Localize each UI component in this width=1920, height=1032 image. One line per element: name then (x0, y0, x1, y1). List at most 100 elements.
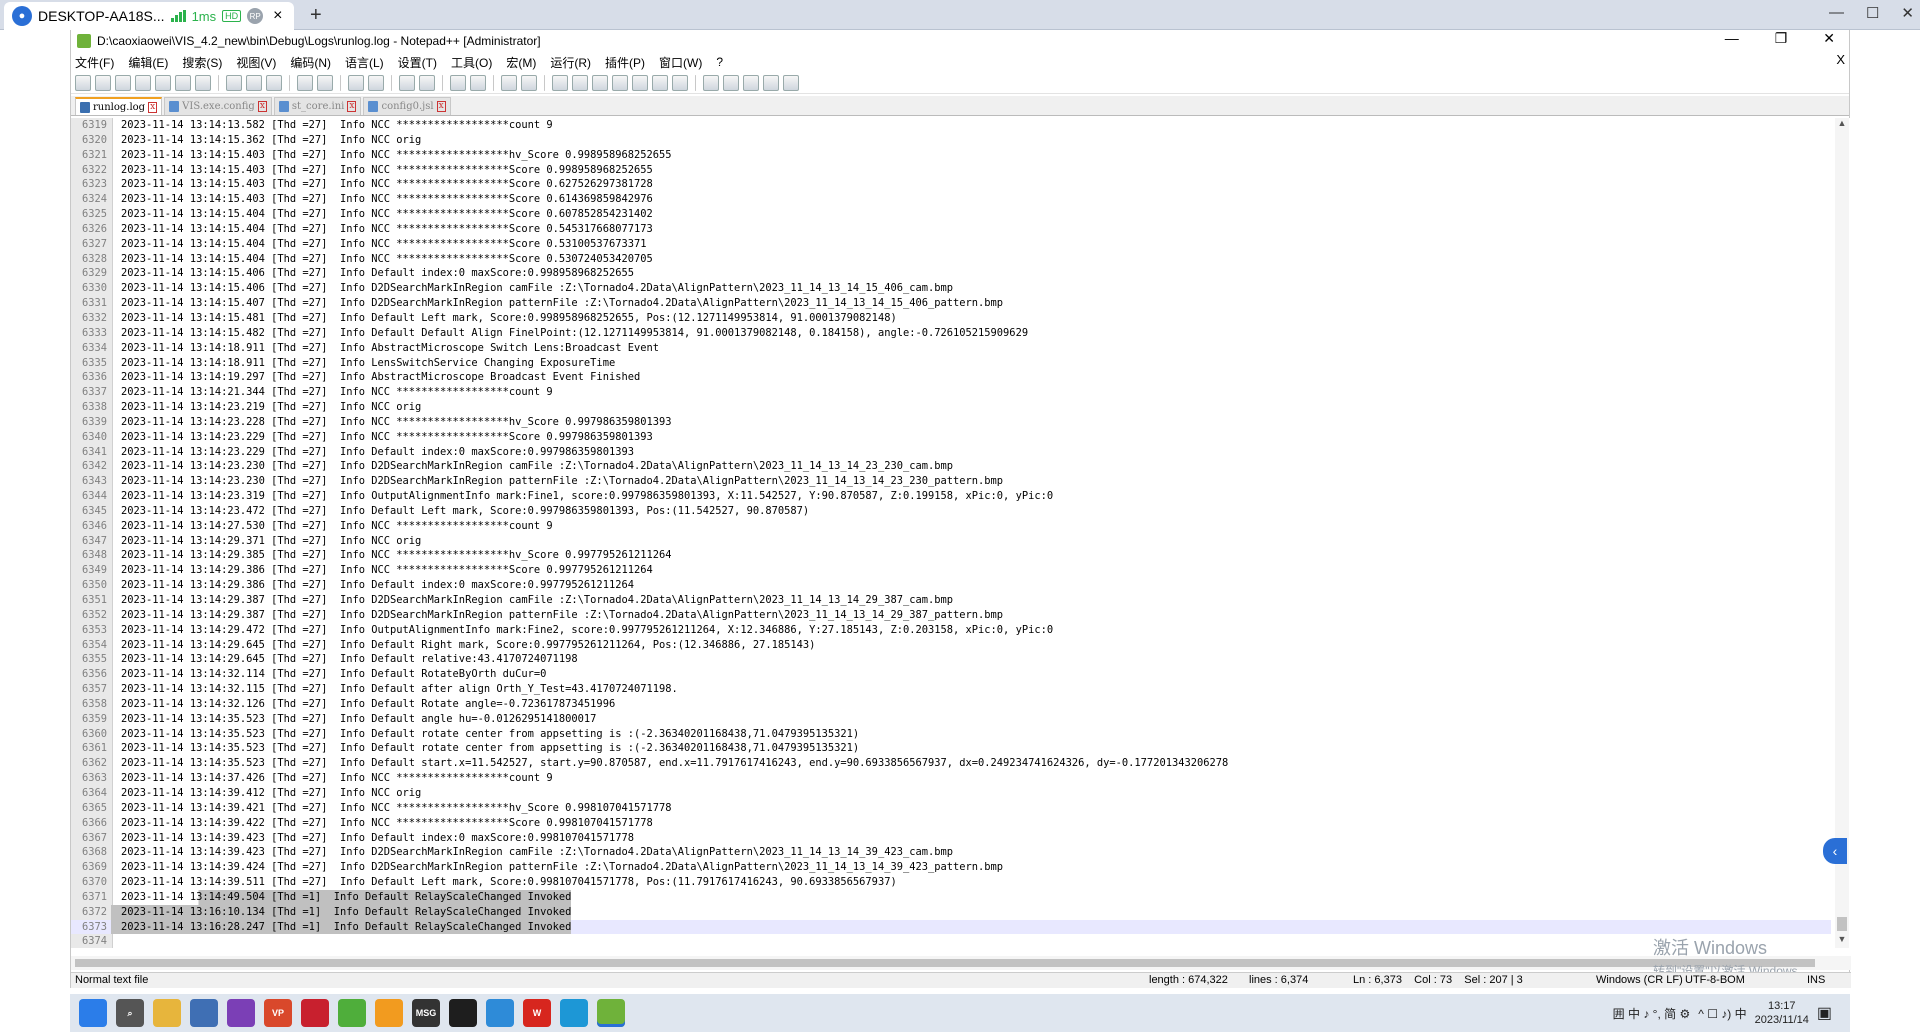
replace-icon[interactable] (368, 74, 384, 91)
code-line[interactable]: 6360 2023-11-14 13:14:35.523 [Thd =27] In… (71, 727, 1831, 742)
visual-studio-icon[interactable] (227, 999, 255, 1027)
code-line[interactable]: 6357 2023-11-14 13:14:32.115 [Thd =27] In… (71, 682, 1831, 697)
horizontal-scrollbar[interactable] (71, 956, 1851, 970)
vertical-scrollbar[interactable]: ▲ ▼ (1835, 118, 1849, 948)
monitoring-icon[interactable] (672, 74, 688, 91)
sync-vertical-icon[interactable] (450, 74, 466, 91)
code-line[interactable]: 6352 2023-11-14 13:14:29.387 [Thd =27] In… (71, 608, 1831, 623)
tab-runlog[interactable]: runlog.log x (75, 97, 163, 115)
code-line[interactable]: 6364 2023-11-14 13:14:39.412 [Thd =27] In… (71, 786, 1831, 801)
code-line[interactable]: 6359 2023-11-14 13:14:35.523 [Thd =27] In… (71, 712, 1831, 727)
code-line[interactable]: 6344 2023-11-14 13:14:23.319 [Thd =27] In… (71, 489, 1831, 504)
close-file-icon[interactable] (155, 74, 171, 91)
code-line[interactable]: 6334 2023-11-14 13:14:18.911 [Thd =27] In… (71, 341, 1831, 356)
save-icon[interactable] (115, 74, 131, 91)
close-all-icon[interactable] (175, 74, 191, 91)
code-line[interactable]: 6338 2023-11-14 13:14:23.219 [Thd =27] In… (71, 400, 1831, 415)
code-line[interactable]: 6324 2023-11-14 13:14:15.403 [Thd =27] In… (71, 192, 1831, 207)
code-line[interactable]: 6321 2023-11-14 13:14:15.403 [Thd =27] In… (71, 148, 1831, 163)
vp-icon[interactable]: VP (264, 999, 292, 1027)
open-file-icon[interactable] (95, 74, 111, 91)
app-teal-icon[interactable] (560, 999, 588, 1027)
tab-vis-config[interactable]: VIS.exe.config x (164, 97, 272, 115)
wps-icon[interactable]: W (523, 999, 551, 1027)
save-macro-icon[interactable] (783, 74, 799, 91)
app-search-orange-icon[interactable] (375, 999, 403, 1027)
redo-icon[interactable] (317, 74, 333, 91)
run-macro-multiple-icon[interactable] (763, 74, 779, 91)
close-button[interactable]: ✕ (1823, 30, 1835, 47)
new-tab-button[interactable]: + (310, 4, 322, 27)
msg-icon[interactable]: MSG (412, 999, 440, 1027)
code-line[interactable]: 6365 2023-11-14 13:14:39.421 [Thd =27] In… (71, 801, 1831, 816)
code-line[interactable]: 6350 2023-11-14 13:14:29.386 [Thd =27] In… (71, 578, 1831, 593)
start-icon[interactable] (79, 999, 107, 1027)
code-line[interactable]: 6358 2023-11-14 13:14:32.126 [Thd =27] In… (71, 697, 1831, 712)
menu-macro[interactable]: 宏(M) (506, 54, 536, 71)
code-line[interactable]: 6366 2023-11-14 13:14:39.422 [Thd =27] In… (71, 816, 1831, 831)
code-line[interactable]: 6342 2023-11-14 13:14:23.230 [Thd =27] In… (71, 459, 1831, 474)
menu-search[interactable]: 搜索(S) (182, 54, 222, 71)
find-icon[interactable] (348, 74, 364, 91)
code-line[interactable]: 6361 2023-11-14 13:14:35.523 [Thd =27] In… (71, 741, 1831, 756)
code-line[interactable]: 6373 2023-11-14 13:16:28.247 [Thd =1] Inf… (71, 919, 1831, 935)
file-explorer-icon[interactable] (153, 999, 181, 1027)
minimize-button[interactable]: — (1725, 30, 1739, 47)
undo-icon[interactable] (297, 74, 313, 91)
remote-icon[interactable] (190, 999, 218, 1027)
show-all-chars-icon[interactable] (521, 74, 537, 91)
code-line[interactable]: 6326 2023-11-14 13:14:15.404 [Thd =27] In… (71, 222, 1831, 237)
menu-plugins[interactable]: 插件(P) (605, 54, 645, 71)
app-blue-icon[interactable] (486, 999, 514, 1027)
code-line[interactable]: 6329 2023-11-14 13:14:15.406 [Thd =27] In… (71, 266, 1831, 281)
tray-icons[interactable]: ^ ☐ ♪) 中 (1698, 1005, 1746, 1022)
code-line[interactable]: 6371 2023-11-14 13:14:49.504 [Thd =1] Inf… (71, 889, 1831, 905)
new-file-icon[interactable] (75, 74, 91, 91)
collapse-side-icon[interactable]: ‹ (1823, 838, 1847, 864)
code-line[interactable]: 6351 2023-11-14 13:14:29.387 [Thd =27] In… (71, 593, 1831, 608)
code-line[interactable]: 6333 2023-11-14 13:14:15.482 [Thd =27] In… (71, 326, 1831, 341)
zoom-out-icon[interactable] (419, 74, 435, 91)
language-icon[interactable] (572, 74, 588, 91)
code-line[interactable]: 6341 2023-11-14 13:14:23.229 [Thd =27] In… (71, 445, 1831, 460)
code-area[interactable]: 6319 2023-11-14 13:14:13.582 [Thd =27] In… (71, 118, 1831, 949)
menu-language[interactable]: 语言(L) (345, 54, 384, 71)
rdp-close-button[interactable]: ✕ (1901, 4, 1914, 22)
zoom-in-icon[interactable] (399, 74, 415, 91)
code-line[interactable]: 6367 2023-11-14 13:14:39.423 [Thd =27] In… (71, 831, 1831, 846)
app-green-icon[interactable] (338, 999, 366, 1027)
record-macro-icon[interactable] (703, 74, 719, 91)
rdp-minimize-button[interactable]: — (1829, 4, 1844, 22)
indent-guide-icon[interactable] (552, 74, 568, 91)
close-tab-icon[interactable]: × (273, 7, 282, 25)
search-icon[interactable]: ⌕ (116, 999, 144, 1027)
code-line[interactable]: 6322 2023-11-14 13:14:15.403 [Thd =27] In… (71, 163, 1831, 178)
sync-horizontal-icon[interactable] (470, 74, 486, 91)
close-tab-icon[interactable]: x (347, 101, 357, 112)
notification-icon[interactable]: ▣ (1817, 1003, 1832, 1023)
word-wrap-icon[interactable] (501, 74, 517, 91)
save-all-icon[interactable] (135, 74, 151, 91)
code-line[interactable]: 6327 2023-11-14 13:14:15.404 [Thd =27] In… (71, 237, 1831, 252)
stop-macro-icon[interactable] (723, 74, 739, 91)
code-line[interactable]: 6343 2023-11-14 13:14:23.230 [Thd =27] In… (71, 474, 1831, 489)
text-editor[interactable]: 6319 2023-11-14 13:14:13.582 [Thd =27] In… (71, 118, 1851, 958)
code-line[interactable]: 6368 2023-11-14 13:14:39.423 [Thd =27] In… (71, 845, 1831, 860)
menu-run[interactable]: 运行(R) (550, 54, 591, 71)
code-line[interactable]: 6325 2023-11-14 13:14:15.404 [Thd =27] In… (71, 207, 1831, 222)
scroll-up-icon[interactable]: ▲ (1835, 118, 1849, 132)
menu-file[interactable]: 文件(F) (75, 54, 114, 71)
code-line[interactable]: 6362 2023-11-14 13:14:35.523 [Thd =27] In… (71, 756, 1831, 771)
notepadpp-icon[interactable] (597, 999, 625, 1027)
terminal-icon[interactable] (449, 999, 477, 1027)
code-line[interactable]: 6349 2023-11-14 13:14:29.386 [Thd =27] In… (71, 563, 1831, 578)
code-line[interactable]: 6347 2023-11-14 13:14:29.371 [Thd =27] In… (71, 534, 1831, 549)
code-line[interactable]: 6370 2023-11-14 13:14:39.511 [Thd =27] In… (71, 875, 1831, 890)
code-line[interactable]: 6356 2023-11-14 13:14:32.114 [Thd =27] In… (71, 667, 1831, 682)
code-line[interactable]: 6353 2023-11-14 13:14:29.472 [Thd =27] In… (71, 623, 1831, 638)
scroll-thumb[interactable] (1837, 917, 1847, 931)
code-line[interactable]: 6335 2023-11-14 13:14:18.911 [Thd =27] In… (71, 356, 1831, 371)
code-line[interactable]: 6328 2023-11-14 13:14:15.404 [Thd =27] In… (71, 252, 1831, 267)
function-list-icon[interactable] (612, 74, 628, 91)
code-line[interactable]: 6323 2023-11-14 13:14:15.403 [Thd =27] In… (71, 177, 1831, 192)
